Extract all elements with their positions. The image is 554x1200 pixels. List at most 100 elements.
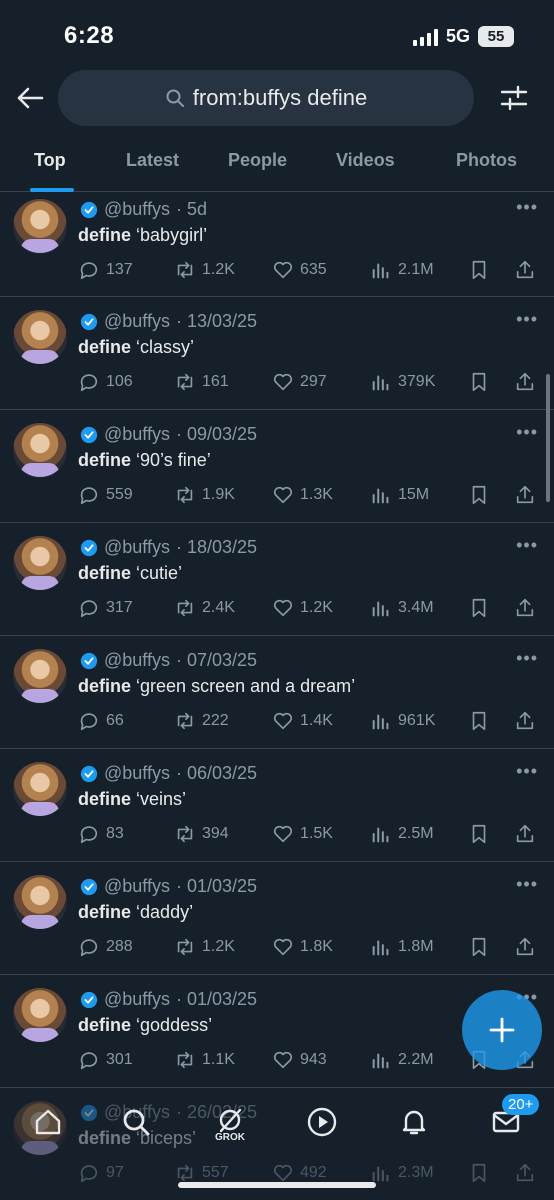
tweet-handle[interactable]: @buffys bbox=[104, 424, 170, 445]
tab-latest[interactable]: Latest bbox=[126, 150, 179, 171]
reply-button[interactable]: 301 bbox=[78, 1049, 133, 1071]
tweet-row[interactable]: @buffys · 13/03/25 ••• define ‘classy’ 106 16… bbox=[0, 297, 554, 410]
tweet-handle[interactable]: @buffys bbox=[104, 989, 170, 1010]
avatar[interactable] bbox=[13, 199, 67, 253]
tweet-handle[interactable]: @buffys bbox=[104, 311, 170, 332]
reply-button[interactable]: 559 bbox=[78, 484, 133, 506]
reply-button[interactable]: 66 bbox=[78, 710, 124, 732]
views-button[interactable]: 379K bbox=[370, 371, 435, 393]
like-button[interactable]: 635 bbox=[272, 259, 327, 281]
like-button[interactable]: 1.8K bbox=[272, 936, 333, 958]
like-count: 1.2K bbox=[300, 599, 333, 616]
views-button[interactable]: 2.1M bbox=[370, 259, 434, 281]
tab-photos[interactable]: Photos bbox=[456, 150, 517, 171]
share-button[interactable] bbox=[514, 371, 536, 393]
bookmark-button[interactable] bbox=[468, 710, 490, 732]
nav-explore[interactable] bbox=[116, 1102, 156, 1142]
tweet-row[interactable]: @buffys · 18/03/25 ••• define ‘cutie’ 317 2.4… bbox=[0, 523, 554, 636]
tweet-handle[interactable]: @buffys bbox=[104, 763, 170, 784]
nav-home[interactable] bbox=[28, 1102, 68, 1142]
retweet-button[interactable]: 1.2K bbox=[174, 259, 235, 281]
bookmark-button[interactable] bbox=[468, 823, 490, 845]
tab-top[interactable]: Top bbox=[34, 150, 66, 171]
share-button[interactable] bbox=[514, 936, 536, 958]
nav-video[interactable] bbox=[302, 1102, 342, 1142]
more-options-icon[interactable]: ••• bbox=[516, 874, 538, 895]
back-button[interactable] bbox=[14, 82, 46, 114]
views-button[interactable]: 2.5M bbox=[370, 823, 434, 845]
search-input[interactable]: from:buffys define bbox=[58, 70, 474, 126]
like-button[interactable]: 1.3K bbox=[272, 484, 333, 506]
reply-button[interactable]: 106 bbox=[78, 371, 133, 393]
more-options-icon[interactable]: ••• bbox=[516, 761, 538, 782]
tweet-actions: 559 1.9K 1.3K 15M bbox=[78, 484, 540, 508]
more-options-icon[interactable]: ••• bbox=[516, 309, 538, 330]
avatar[interactable] bbox=[13, 423, 67, 477]
retweet-button[interactable]: 1.9K bbox=[174, 484, 235, 506]
share-button[interactable] bbox=[514, 823, 536, 845]
tweet-handle[interactable]: @buffys bbox=[104, 876, 170, 897]
like-button[interactable]: 297 bbox=[272, 371, 327, 393]
avatar[interactable] bbox=[13, 310, 67, 364]
tweet-row[interactable]: @buffys · 09/03/25 ••• define ‘90’s fine’ 55… bbox=[0, 410, 554, 523]
share-button[interactable] bbox=[514, 710, 536, 732]
reply-button[interactable]: 83 bbox=[78, 823, 124, 845]
like-button[interactable]: 1.5K bbox=[272, 823, 333, 845]
retweet-button[interactable]: 1.2K bbox=[174, 936, 235, 958]
views-button[interactable]: 2.2M bbox=[370, 1049, 434, 1071]
verified-badge-icon bbox=[80, 652, 98, 669]
reply-count: 66 bbox=[106, 712, 124, 729]
tweet-row[interactable]: @buffys · 5d ••• define ‘babygirl’ 137 1.2K 63… bbox=[0, 193, 554, 297]
retweet-button[interactable]: 161 bbox=[174, 371, 229, 393]
views-button[interactable]: 15M bbox=[370, 484, 429, 506]
scrollbar[interactable] bbox=[546, 374, 550, 502]
avatar[interactable] bbox=[13, 988, 67, 1042]
bookmark-button[interactable] bbox=[468, 936, 490, 958]
tweet-handle[interactable]: @buffys bbox=[104, 650, 170, 671]
views-button[interactable]: 961K bbox=[370, 710, 435, 732]
like-button[interactable]: 1.2K bbox=[272, 597, 333, 619]
share-button[interactable] bbox=[514, 597, 536, 619]
home-indicator[interactable] bbox=[178, 1182, 376, 1188]
tweet-handle[interactable]: @buffys bbox=[104, 537, 170, 558]
share-button[interactable] bbox=[514, 259, 536, 281]
more-options-icon[interactable]: ••• bbox=[516, 197, 538, 218]
compose-button[interactable] bbox=[462, 990, 542, 1070]
bookmark-icon bbox=[472, 260, 486, 280]
views-button[interactable]: 1.8M bbox=[370, 936, 434, 958]
tweet-row[interactable]: @buffys · 06/03/25 ••• define ‘veins’ 83 394 1… bbox=[0, 749, 554, 862]
search-filter-button[interactable] bbox=[498, 82, 530, 114]
avatar[interactable] bbox=[13, 536, 67, 590]
retweet-button[interactable]: 2.4K bbox=[174, 597, 235, 619]
more-options-icon[interactable]: ••• bbox=[516, 648, 538, 669]
views-button[interactable]: 3.4M bbox=[370, 597, 434, 619]
heart-icon bbox=[273, 1051, 293, 1069]
retweet-button[interactable]: 1.1K bbox=[174, 1049, 235, 1071]
network-type: 5G bbox=[445, 26, 470, 46]
bookmark-button[interactable] bbox=[468, 259, 490, 281]
retweet-button[interactable]: 222 bbox=[174, 710, 229, 732]
avatar[interactable] bbox=[13, 875, 67, 929]
bookmark-button[interactable] bbox=[468, 597, 490, 619]
tab-people[interactable]: People bbox=[228, 150, 287, 171]
reply-button[interactable]: 317 bbox=[78, 597, 133, 619]
bookmark-button[interactable] bbox=[468, 371, 490, 393]
tab-videos[interactable]: Videos bbox=[336, 150, 395, 171]
tweet-handle[interactable]: @buffys bbox=[104, 199, 170, 220]
reply-button[interactable]: 288 bbox=[78, 936, 133, 958]
avatar[interactable] bbox=[13, 649, 67, 703]
tweet-row[interactable]: @buffys · 07/03/25 ••• define ‘green screen… bbox=[0, 636, 554, 749]
more-options-icon[interactable]: ••• bbox=[516, 422, 538, 443]
share-button[interactable] bbox=[514, 484, 536, 506]
bookmark-button[interactable] bbox=[468, 484, 490, 506]
tweet-row[interactable]: @buffys · 01/03/25 ••• define ‘daddy’ 288 1.2… bbox=[0, 862, 554, 975]
view-count: 2.1M bbox=[398, 261, 434, 278]
retweet-button[interactable]: 394 bbox=[174, 823, 229, 845]
reply-button[interactable]: 137 bbox=[78, 259, 133, 281]
share-icon bbox=[516, 598, 534, 617]
like-button[interactable]: 943 bbox=[272, 1049, 327, 1071]
nav-notifications[interactable] bbox=[394, 1102, 434, 1142]
more-options-icon[interactable]: ••• bbox=[516, 535, 538, 556]
avatar[interactable] bbox=[13, 762, 67, 816]
like-button[interactable]: 1.4K bbox=[272, 710, 333, 732]
